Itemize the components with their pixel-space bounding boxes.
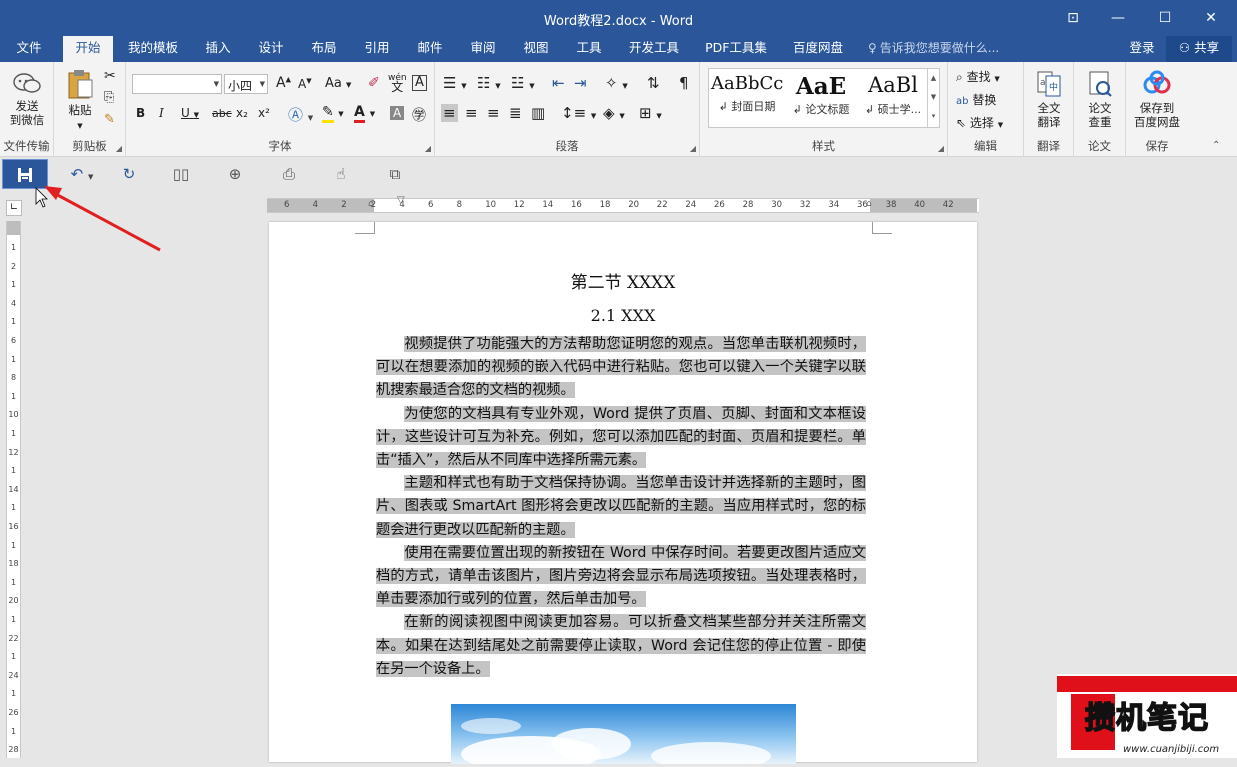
ruler-tick: 6 — [284, 200, 290, 210]
ruler-tick: 24 — [8, 670, 19, 680]
ruler-tick: 10 — [485, 200, 497, 210]
ruler-tick: 2 — [341, 200, 347, 210]
ruler-tick: 14 — [542, 200, 554, 210]
ruler-tick: 12 — [8, 447, 19, 457]
paragraph: 视频提供了功能强大的方法帮助您证明您的观点。当您单击联机视频时，可以在想要添加的… — [376, 336, 866, 399]
ruler-tick: 18 — [8, 559, 19, 569]
ruler-tick: 28 — [8, 745, 19, 755]
ruler-tick: 1 — [10, 689, 17, 699]
paragraph: 使用在需要位置出现的新按钮在 Word 中保存时间。若要更改图片适应文档的方式，… — [376, 544, 866, 608]
ruler-tick: 14 — [8, 484, 19, 494]
ruler-tick: 18 — [599, 200, 611, 210]
ruler-tick: 16 — [8, 522, 19, 531]
cloud-icon — [461, 718, 771, 767]
tab-selector[interactable]: ∟ — [6, 200, 22, 216]
margin-corner-mark — [872, 222, 892, 234]
ruler-tick: 8 — [456, 200, 463, 210]
ruler-tick: 1 — [10, 726, 17, 736]
subsection-heading: 2.1 XXX — [590, 306, 656, 325]
ruler-tick: 40 — [914, 200, 926, 210]
ruler-tick: 1 — [10, 577, 17, 587]
ruler-tick: 20 — [8, 596, 19, 606]
ruler-tick: 30 — [771, 200, 783, 210]
ruler-tick: 1 — [10, 243, 17, 252]
ruler-tick: 1 — [10, 391, 17, 401]
ruler-tick: 20 — [628, 200, 640, 210]
ruler-tick: 1 — [10, 354, 17, 364]
watermark-url: www.cuanjibiji.com — [1123, 744, 1220, 755]
mouse-cursor-icon — [35, 187, 48, 208]
document-body[interactable]: 视频提供了功能强大的方法帮助您证明您的观点。当您单击联机视频时，可以在想要添加的… — [376, 333, 866, 681]
ruler-tick: 32 — [799, 200, 811, 210]
ruler-tick: 42 — [942, 200, 954, 210]
ruler-tick: 1 — [10, 466, 17, 476]
ruler-tick: 34 — [828, 200, 840, 210]
paragraph: 主题和样式也有助于文档保持协调。当您单击设计并选择新的主题时，图片、图表或 Sm… — [376, 475, 866, 538]
paragraph: 在新的阅读视图中阅读更加容易。可以折叠文档某些部分并关注所需文本。如果在达到结尾… — [376, 614, 866, 677]
right-indent-marker-icon[interactable]: ⌂ — [866, 199, 872, 209]
ruler-tick: 1 — [10, 317, 17, 327]
ruler-tick: 8 — [10, 373, 17, 383]
ruler-tick: 16 — [571, 200, 582, 210]
ruler-tick: 26 — [714, 200, 725, 210]
ruler-tick: 12 — [513, 200, 525, 210]
left-indent-marker-icon[interactable]: ⌂ — [368, 199, 374, 209]
horizontal-ruler[interactable]: 6 4 2 2 4 6 8 10 12 14 16 18 20 22 24 26 28 30 32 34 36 38 40 4… — [267, 195, 979, 213]
section-heading: 第二节 XXXX — [570, 273, 676, 293]
margin-corner-mark — [355, 222, 375, 234]
ruler-tick: 24 — [685, 200, 697, 210]
ruler-tick: 1 — [10, 652, 17, 662]
vertical-ruler[interactable]: 1 2 1 4 1 6 1 8 1 10 1 12 1 14 1 16 1 18 1 20 1 22 1 24 1 26 1 28 — [6, 221, 21, 758]
annotation-arrow — [51, 190, 161, 252]
ruler-tick: 1 — [10, 615, 17, 624]
ruler-tick: 4 — [10, 298, 17, 308]
sky-photo[interactable] — [451, 704, 796, 767]
ruler-tick: 1 — [10, 429, 17, 438]
ruler-tick: 22 — [8, 633, 19, 643]
arrow-head-icon — [44, 186, 62, 200]
ruler-tick: 28 — [742, 200, 754, 210]
ruler-tick: 26 — [8, 708, 19, 717]
ruler-tick: 4 — [312, 200, 319, 210]
ruler-tick: 6 — [10, 336, 17, 345]
ruler-tick: 1 — [10, 280, 17, 290]
watermark-text: 攒机笔记 — [1084, 701, 1209, 737]
ruler-tick: 6 — [428, 200, 434, 210]
document-page[interactable]: 第二节 XXXX 2.1 XXX 视频提供了功能强大的方法帮助您证明您的观点。当… — [269, 222, 977, 767]
ruler-tick: 22 — [656, 200, 668, 210]
ruler-tick: 2 — [10, 261, 17, 271]
ruler-tick: 38 — [885, 200, 897, 210]
first-line-indent-marker-icon[interactable]: ▽ — [397, 195, 405, 206]
ruler-tick: 1 — [10, 503, 17, 513]
site-watermark: 攒机笔记 www.cuanjibiji.com — [1057, 674, 1237, 758]
ruler-tick: 10 — [8, 410, 19, 420]
ruler-tick: 1 — [10, 540, 17, 550]
paragraph: 为使您的文档具有专业外观，Word 提供了页眉、页脚、封面和文本框设计，这些设计… — [376, 405, 866, 469]
